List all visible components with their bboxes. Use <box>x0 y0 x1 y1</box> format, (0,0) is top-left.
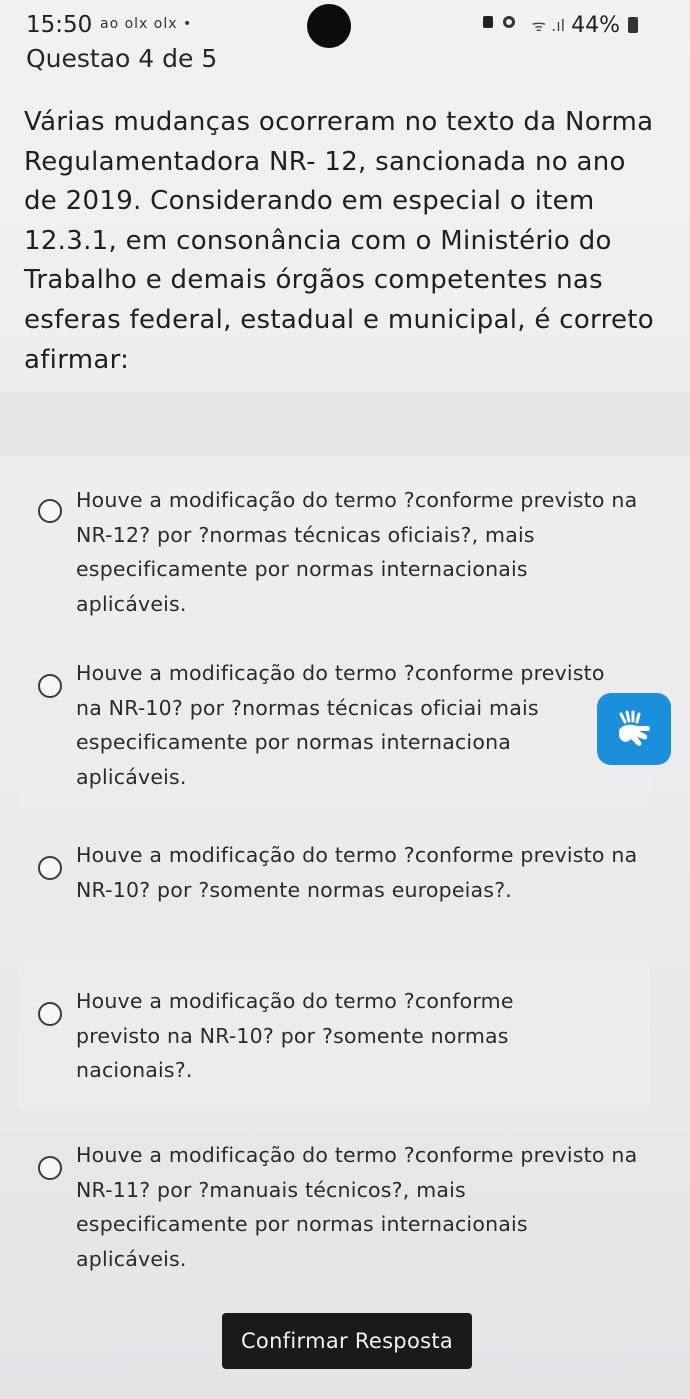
radio-button[interactable] <box>38 674 62 698</box>
answer-option-5[interactable]: Houve a modificação do termo ?conforme p… <box>18 1122 650 1294</box>
front-camera <box>307 4 351 48</box>
answer-option-2[interactable]: Houve a modificação do termo ?conforme p… <box>18 630 650 808</box>
status-right-area: ᯤ .ıl 44% <box>481 12 638 38</box>
radio-button[interactable] <box>38 499 62 523</box>
wifi-signal-icon: ᯤ .ıl <box>531 16 566 35</box>
radio-button[interactable] <box>38 1002 62 1026</box>
battery-percent: 44% <box>571 12 620 38</box>
answer-option-text: Houve a modificação do termo ?conforme p… <box>76 989 514 1082</box>
answer-option-text: Houve a modificação do termo ?conforme p… <box>76 843 638 902</box>
notification-icons: ao olx olx • <box>100 16 193 32</box>
sign-language-accessibility-button[interactable] <box>597 693 671 765</box>
status-time: 15:50 <box>26 12 93 38</box>
question-counter: Questao 4 de 5 <box>26 44 218 73</box>
answer-option-4[interactable]: Houve a modificação do termo ?conforme p… <box>18 962 650 1110</box>
answer-option-3[interactable]: Houve a modificação do termo ?conforme p… <box>18 820 650 950</box>
answer-option-text: Houve a modificação do termo ?conforme p… <box>76 661 605 789</box>
status-icons <box>481 12 525 38</box>
radio-button[interactable] <box>38 856 62 880</box>
confirm-answer-button[interactable]: Confirmar Resposta <box>222 1313 472 1369</box>
divider-band <box>0 392 690 456</box>
answer-option-text: Houve a modificação do termo ?conforme p… <box>76 488 638 616</box>
radio-button[interactable] <box>38 1156 62 1180</box>
battery-icon <box>628 17 638 33</box>
phone-screen: 15:50 ao olx olx • ᯤ .ıl 44% Questao 4 d… <box>0 0 690 1399</box>
sign-language-hand-icon <box>619 710 650 746</box>
question-statement: Várias mudanças ocorreram no texto da No… <box>24 107 655 375</box>
answer-option-1[interactable]: Houve a modificação do termo ?conforme p… <box>18 481 650 621</box>
answer-option-text: Houve a modificação do termo ?conforme p… <box>76 1143 638 1271</box>
